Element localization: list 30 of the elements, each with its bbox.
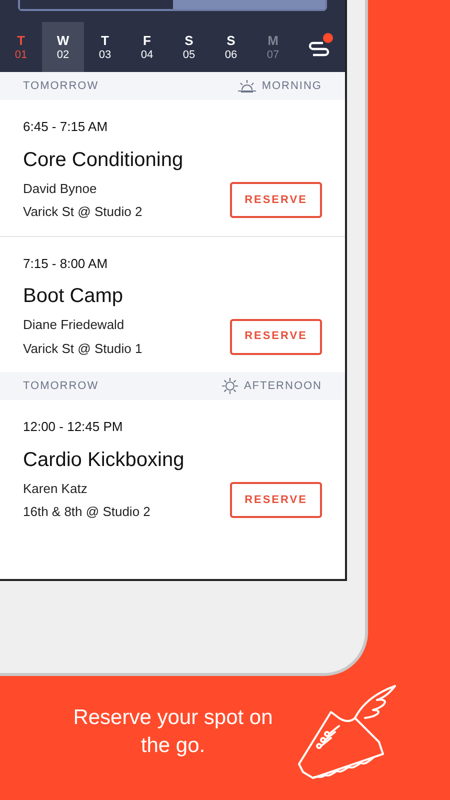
- period-label: AFTERNOON: [244, 378, 322, 394]
- class-title: Cardio Kickboxing: [23, 448, 186, 472]
- reserve-button[interactable]: RESERVE: [230, 482, 322, 518]
- day-label: TOMORROW: [23, 78, 99, 94]
- sunrise-icon: [236, 79, 257, 93]
- day-tab[interactable]: W 02: [42, 22, 84, 72]
- day-tab[interactable]: F 04: [126, 22, 168, 72]
- instructor-name: David Bynoe: [23, 180, 98, 198]
- class-location: Varick St @ Studio 2: [23, 203, 142, 221]
- reserve-button[interactable]: RESERVE: [230, 182, 322, 218]
- class-location: Varick St @ Studio 1: [23, 340, 142, 358]
- day-tab[interactable]: T 01: [0, 22, 42, 72]
- class-title: Boot Camp: [23, 284, 124, 309]
- day-tab[interactable]: S 06: [210, 22, 252, 72]
- instructor-name: Diane Friedewald: [23, 316, 126, 334]
- segment-control[interactable]: [18, 0, 327, 11]
- class-time: 12:00 - 12:45 PM: [23, 418, 124, 436]
- tagline: Reserve your spot on the go.: [73, 705, 273, 759]
- reserve-button[interactable]: RESERVE: [230, 318, 322, 354]
- day-label: TOMORROW: [23, 378, 99, 394]
- class-title: Core Conditioning: [23, 148, 184, 172]
- sun-icon: [220, 377, 239, 395]
- instructor-name: Karen Katz: [23, 480, 88, 498]
- day-tab[interactable]: T 03: [84, 22, 126, 72]
- class-time: 7:15 - 8:00 AM: [23, 254, 109, 272]
- period-label: MORNING: [262, 78, 322, 94]
- class-location: 16th & 8th @ Studio 2: [23, 503, 150, 521]
- day-tab[interactable]: S 05: [168, 22, 210, 72]
- filter-button[interactable]: [306, 36, 332, 58]
- class-time: 6:45 - 7:15 AM: [23, 118, 109, 136]
